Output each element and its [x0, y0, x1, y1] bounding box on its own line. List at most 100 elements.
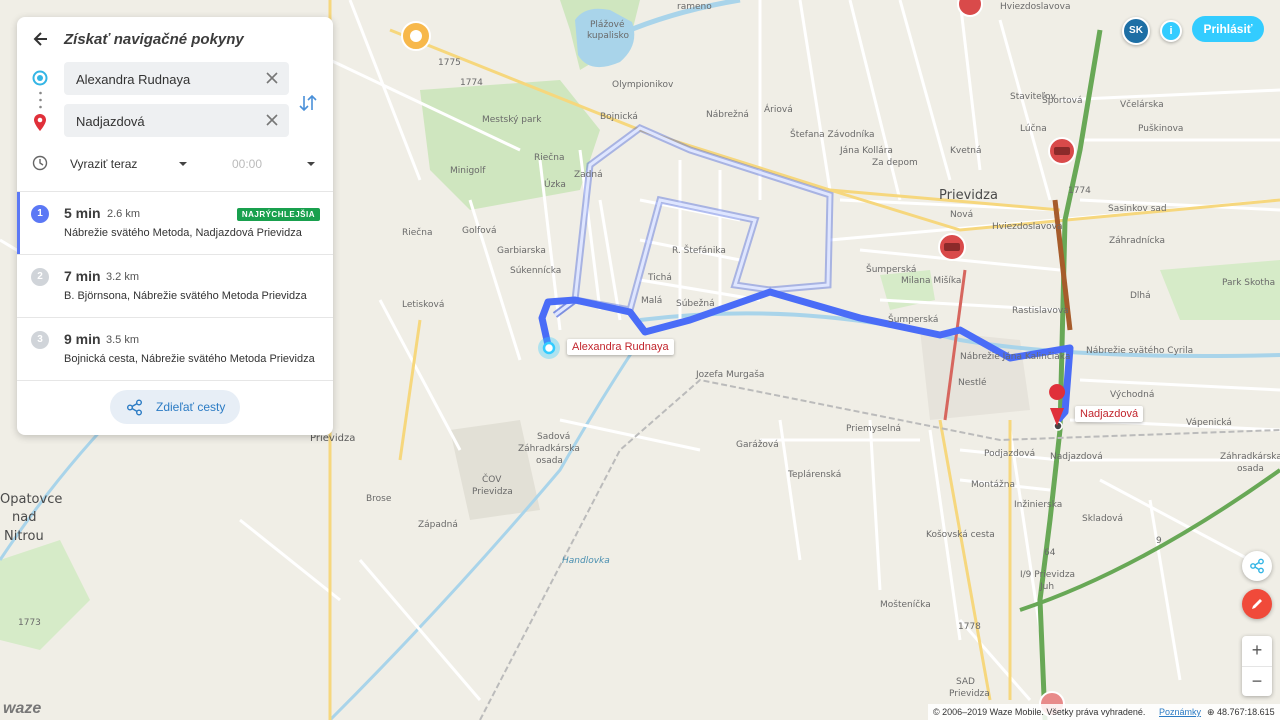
clear-destination-icon[interactable]	[265, 113, 279, 127]
map-label-kvetna: Kvetná	[950, 146, 982, 156]
map-label-sasinkov: Sasinkov sad	[1108, 204, 1167, 214]
destination-value: Nadjazdová	[76, 114, 145, 129]
clear-origin-icon[interactable]	[265, 71, 279, 85]
share-location-button[interactable]	[1242, 551, 1272, 581]
map-label-1774b: 1774	[1068, 186, 1091, 196]
panel-title: Získať navigačné pokyny	[64, 31, 244, 48]
coordinates-readout: ⊕ 48.767:18.615	[1207, 707, 1275, 717]
map-label-opatovce: Opatovce	[0, 492, 63, 507]
map-label-nabrezna: Nábrežná	[706, 110, 749, 120]
map-label-brose: Brose	[366, 494, 392, 504]
map-label-vychodna: Východná	[1110, 390, 1155, 400]
directions-panel: Získať navigačné pokyny Alexandra Rudnay…	[17, 17, 333, 435]
route-option-2[interactable]: 2 7 min 3.2 km B. Björnsona, Nábrežie sv…	[17, 255, 333, 317]
fastest-badge: NAJRÝCHLEJŠIA	[236, 208, 320, 221]
park-skotha-area	[1160, 260, 1280, 320]
map-label-teplarenska: Teplárenská	[788, 470, 842, 480]
map-label-uzka: Úzka	[544, 180, 566, 190]
origin-marker[interactable]	[542, 341, 556, 355]
map-label-nabrezie-jana: Nábrežie Jána Kalinčiaka	[960, 352, 1071, 362]
map-label-subezna: Súbežná	[676, 299, 715, 309]
notes-link[interactable]: Poznámky	[1159, 707, 1201, 717]
map-label-1773: 1773	[18, 618, 41, 628]
depart-time-select[interactable]: 00:00	[232, 157, 262, 171]
hazard-icon-jam[interactable]	[1048, 137, 1076, 165]
map-label-priemyselna: Priemyselná	[846, 424, 902, 434]
share-routes-button[interactable]: Zdieľať cesty	[110, 390, 240, 424]
map-label-dlha: Dlhá	[1130, 291, 1151, 301]
language-sk-button[interactable]: SK	[1122, 17, 1150, 45]
map-label-nestle: Nestlé	[958, 378, 987, 388]
route-description: Bojnická cesta, Nábrežie svätého Metoda …	[64, 353, 315, 365]
zoom-out-button[interactable]: −	[1242, 666, 1272, 697]
map-label-route-9: 9	[1156, 536, 1162, 546]
map-label-zapadna: Západná	[418, 520, 458, 530]
route-index-badge: 3	[31, 331, 49, 349]
report-button[interactable]	[1242, 589, 1272, 619]
swap-icon[interactable]	[297, 92, 319, 114]
footer-bar: © 2006–2019 Waze Mobile. Všetky práva vy…	[928, 704, 1280, 720]
map-label-kupalisko: kupalisko	[587, 31, 629, 41]
map-label-letisko: Letisková	[402, 300, 445, 310]
clock-icon	[32, 155, 48, 171]
map-label-osada: osada	[536, 456, 563, 466]
route-index-badge: 1	[31, 205, 49, 223]
destination-pin-head[interactable]	[1049, 384, 1066, 400]
map-label-cov: ČOV	[482, 475, 502, 485]
login-button[interactable]: Prihlásiť	[1192, 16, 1264, 42]
map-label-milana: Milana Mišíka	[901, 276, 962, 286]
map-label-sadova: Sadová	[537, 432, 571, 442]
map-label-prievidza: Prievidza	[939, 188, 998, 203]
share-icon	[1250, 558, 1264, 574]
depart-option-select[interactable]: Vyraziť teraz	[70, 157, 137, 171]
hazard-icon-milana[interactable]	[938, 233, 966, 261]
map-label-park-skotha: Park Skotha	[1222, 278, 1276, 288]
map-label-za-depom: Za depom	[872, 158, 918, 168]
route-description: B. Björnsona, Nábrežie svätého Metoda Pr…	[64, 290, 307, 302]
map-label-bojnicka: Bojnická	[600, 112, 638, 122]
origin-value: Alexandra Rudnaya	[76, 72, 191, 87]
map-label-velarska: Včelárska	[1120, 100, 1164, 110]
map-label-riecna-2: Riečna	[402, 228, 433, 238]
map-label-nad: nad	[12, 510, 37, 525]
map-label-kosovska: Košovská cesta	[926, 530, 995, 540]
destination-field[interactable]: Nadjazdová	[64, 104, 289, 137]
map-label-sumperska-2: Šumperská	[866, 265, 917, 275]
destination-pin-label[interactable]: Nadjazdová	[1075, 406, 1144, 422]
map-label-montazna: Montážna	[971, 480, 1015, 490]
map-label-skladova: Skladová	[1082, 514, 1124, 524]
depart-chevron-down-icon[interactable]	[179, 162, 187, 166]
info-icon[interactable]: i	[1160, 20, 1182, 42]
zoom-in-button[interactable]: +	[1242, 636, 1272, 666]
origin-pin-label[interactable]: Alexandra Rudnaya	[567, 339, 674, 355]
time-chevron-down-icon[interactable]	[307, 162, 315, 166]
map-label-handlovka: Handlovka	[562, 556, 610, 566]
map-label-jozefa: Jozefa Murgaša	[696, 370, 765, 380]
route-time: 9 min	[64, 331, 101, 347]
map-label-rastislavova: Rastislavova	[1012, 306, 1069, 316]
map-label-stavitelov: Staviteľov	[1010, 92, 1056, 102]
police-icon[interactable]	[401, 21, 431, 51]
map-label-nitrou: Nitrou	[4, 529, 44, 544]
map-label-sad: SAD	[956, 677, 975, 687]
map-label-zahradkarska-2: Záhradkárska	[1220, 452, 1280, 462]
hazard-icon-north[interactable]	[957, 0, 983, 17]
map-label-mostenicka: Mošteníčka	[880, 600, 931, 610]
map-label-ticha: Tichá	[648, 273, 672, 283]
map-label-minigolf: Minigolf	[450, 166, 486, 176]
map-label-route-64: 64	[1044, 548, 1056, 558]
destination-pin-icon	[34, 114, 46, 131]
route-time: 5 min	[64, 205, 101, 221]
map-label-puskinova: Puškinova	[1138, 124, 1184, 134]
map-label-mestsky-park: Mestský park	[482, 115, 542, 125]
map-label-stefanika: R. Štefánika	[672, 246, 726, 256]
back-arrow-icon[interactable]	[31, 29, 51, 49]
route-option-1[interactable]: 1 5 min 2.6 km NAJRÝCHLEJŠIA Nábrežie sv…	[17, 192, 333, 254]
route-description: Nábrežie svätého Metoda, Nadjazdová Prie…	[64, 227, 302, 239]
map-label-1775: 1775	[438, 58, 461, 68]
map-label-riecna: Riečna	[534, 153, 565, 163]
route-option-3[interactable]: 3 9 min 3.5 km Bojnická cesta, Nábrežie …	[17, 318, 333, 380]
origin-field[interactable]: Alexandra Rudnaya	[64, 62, 289, 95]
map-label-juh: Juh	[1040, 582, 1055, 592]
pencil-icon	[1252, 599, 1262, 609]
